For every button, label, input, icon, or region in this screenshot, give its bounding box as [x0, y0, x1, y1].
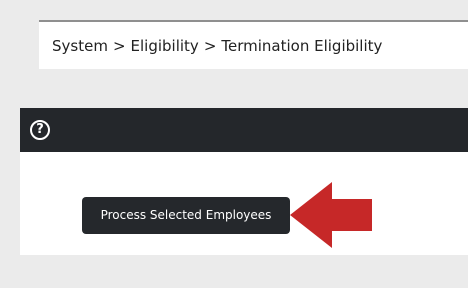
breadcrumb-item-eligibility[interactable]: Eligibility	[131, 37, 199, 55]
breadcrumb-separator: >	[112, 36, 126, 55]
left-arrow-icon	[290, 182, 372, 248]
help-icon[interactable]: ?	[30, 120, 50, 140]
process-selected-employees-button[interactable]: Process Selected Employees	[82, 197, 290, 234]
panel-header: ?	[20, 108, 468, 152]
process-panel: ? Process Selected Employees	[20, 108, 468, 255]
breadcrumb: System > Eligibility > Termination Eligi…	[39, 20, 468, 69]
breadcrumb-separator: >	[203, 36, 217, 55]
breadcrumb-item-system[interactable]: System	[52, 37, 108, 55]
breadcrumb-item-termination-eligibility: Termination Eligibility	[221, 36, 383, 55]
